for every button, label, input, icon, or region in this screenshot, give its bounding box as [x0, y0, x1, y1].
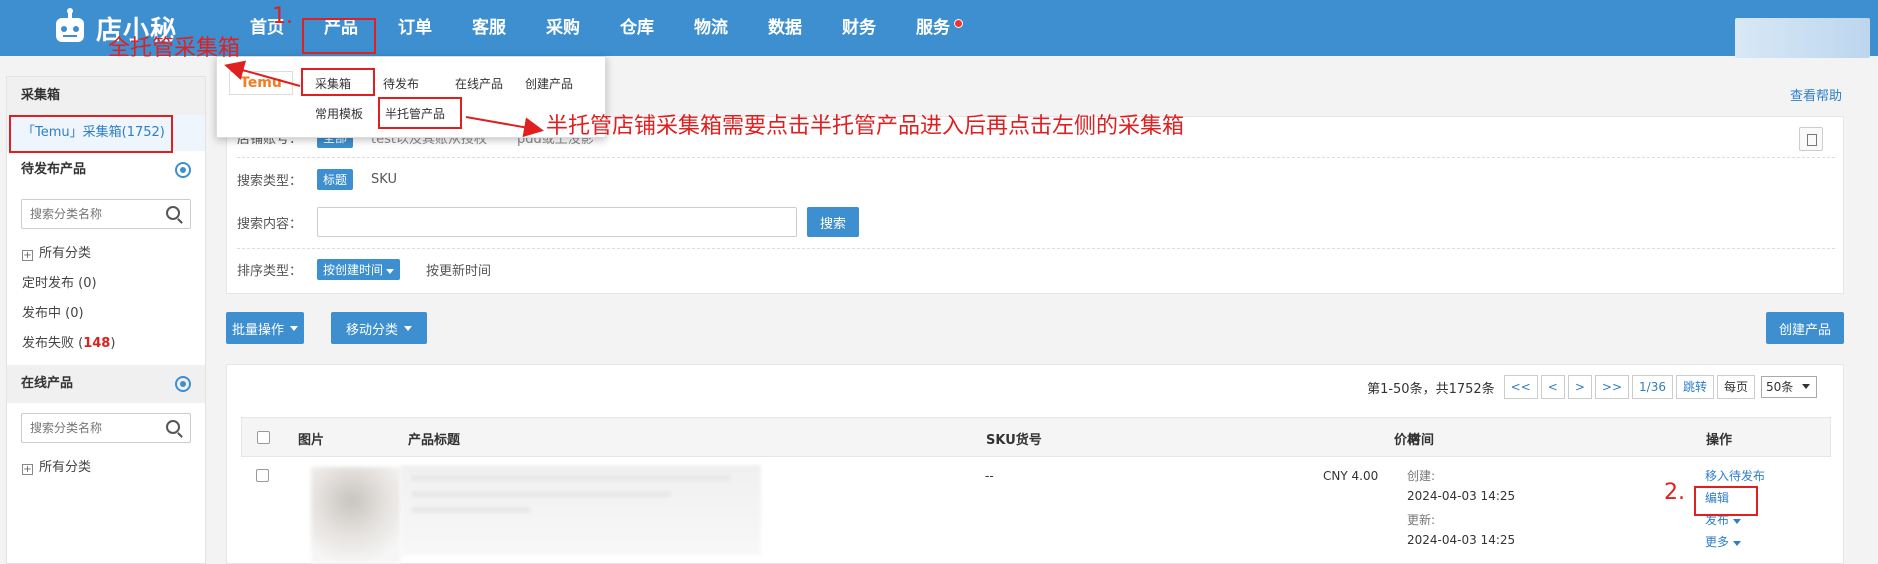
arrow-to-full-managed — [224, 60, 301, 87]
arrow-to-semi-note — [465, 116, 544, 138]
annotation-arrows — [224, 60, 544, 138]
